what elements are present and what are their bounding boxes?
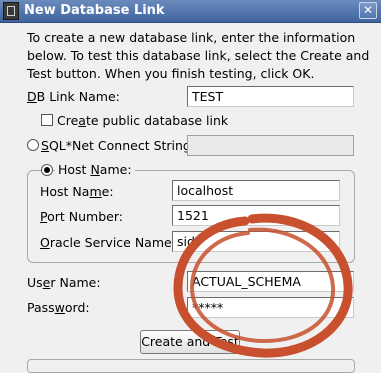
db-link-name-input[interactable]: TEST [187,86,354,107]
service-name-label: Oracle Service Name: [40,235,176,250]
create-and-test-button[interactable]: Create and Test [140,330,240,354]
bottom-panel-edge [27,359,355,373]
host-name-radio[interactable] [41,164,53,176]
port-number-label: Port Number: [40,209,123,224]
password-input[interactable]: ***** [187,297,354,318]
create-public-label: Create public database link [57,113,229,128]
sqlnet-label: SQL*Net Connect String: [41,138,196,153]
create-public-checkbox[interactable] [41,114,53,126]
sqlnet-input[interactable] [187,135,354,156]
intro-text: To create a new database link, enter the… [27,30,370,81]
host-name-radio-label: Host Name: [55,162,135,177]
host-name-label: Host Name: [40,184,114,199]
title-bar: New Database Link ✕ [0,0,381,23]
sqlnet-radio[interactable] [27,139,39,151]
user-name-input[interactable]: ACTUAL_SCHEMA [187,271,354,292]
password-label: Password: [27,300,90,315]
close-button[interactable]: ✕ [359,2,377,19]
user-name-label: User Name: [27,275,101,290]
db-link-name-label: DB Link Name: [27,89,120,104]
window-title: New Database Link [24,3,165,18]
service-name-input[interactable]: sid [172,231,340,252]
port-number-input[interactable]: 1521 [172,205,340,226]
host-name-input[interactable]: localhost [172,180,340,201]
window-menu-icon[interactable] [3,2,19,20]
